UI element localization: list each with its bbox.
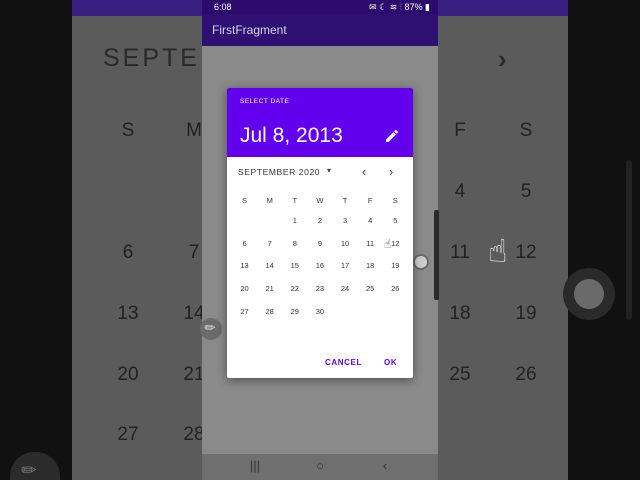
calendar-grid: SMTWTFS 1 2 3 4 5 6 7 8 9 10 11 12 13 14 15 16 17 18 19 20 2…: [232, 191, 408, 322]
calendar-day[interactable]: 6: [232, 239, 257, 248]
weekday-label: M: [266, 195, 273, 205]
next-month-button[interactable]: ›: [384, 164, 398, 180]
date-picker-dialog: SELECT DATE Jul 8, 2013 SEPTEMBER 2020 ▾…: [227, 88, 413, 378]
background-calendar-cell: 11: [450, 242, 470, 263]
background-calendar-cell: 4: [454, 181, 466, 202]
calendar-day[interactable]: 2: [307, 216, 332, 225]
background-calendar-cell: 5: [520, 181, 532, 202]
calendar-day[interactable]: 20: [232, 284, 257, 293]
navigation-bar: ||| ○ ‹: [202, 454, 438, 480]
calendar-day[interactable]: 19: [383, 261, 408, 270]
calendar-day[interactable]: 29: [282, 307, 307, 316]
calendar-day[interactable]: 15: [282, 261, 307, 270]
edge-pen-button[interactable]: ✎: [200, 318, 222, 340]
background-fab: [563, 268, 615, 320]
calendar-day[interactable]: 21: [257, 284, 282, 293]
background-calendar-cell: 18: [449, 303, 471, 324]
background-chevron-icon: ›: [498, 44, 507, 74]
dialog-caption: SELECT DATE: [240, 98, 290, 105]
background-calendar-cell: 27: [117, 424, 139, 445]
calendar-day[interactable]: 3: [333, 216, 358, 225]
ok-button[interactable]: OK: [384, 358, 397, 367]
calendar-week-row: 20 21 22 23 24 25 26: [232, 277, 408, 300]
edge-handle[interactable]: [413, 254, 429, 270]
calendar-day[interactable]: 9: [307, 239, 332, 248]
calendar-day[interactable]: 18: [358, 261, 383, 270]
calendar-day[interactable]: 16: [307, 261, 332, 270]
background-calendar-cell: 25: [449, 364, 471, 385]
background-calendar-cell: 6: [122, 242, 134, 263]
month-year-dropdown[interactable]: SEPTEMBER 2020: [238, 167, 320, 177]
calendar-day[interactable]: 24: [333, 284, 358, 293]
calendar-day[interactable]: 27: [232, 307, 257, 316]
calendar-day[interactable]: 7: [257, 239, 282, 248]
home-icon[interactable]: ○: [305, 458, 335, 473]
weekday-label: T: [342, 195, 348, 205]
status-bar: 6:08 ✉ ☾ ≋ ⫶ 87% ▮: [202, 0, 438, 14]
calendar-day[interactable]: 23: [307, 284, 332, 293]
background-calendar-cell: F: [454, 120, 466, 141]
month-selector-row: SEPTEMBER 2020 ▾ ‹ ›: [227, 162, 413, 182]
calendar-day[interactable]: 22: [282, 284, 307, 293]
calendar-day[interactable]: 17: [333, 261, 358, 270]
background-scrollbar: [626, 160, 632, 320]
weekday-label: W: [316, 195, 324, 205]
calendar-day[interactable]: 10: [333, 239, 358, 248]
background-calendar-cell: 19: [515, 303, 537, 324]
hand-cursor-icon: ☝: [488, 233, 508, 269]
edge-scrollbar: [434, 210, 439, 300]
calendar-day[interactable]: 14: [257, 261, 282, 270]
status-icons: ✉ ☾ ≋ ⫶ 87% ▮: [369, 2, 430, 12]
background-calendar-cell: 26: [515, 364, 537, 385]
dialog-actions: CANCEL OK: [227, 353, 413, 373]
calendar-day[interactable]: 28: [257, 307, 282, 316]
edit-pencil-icon[interactable]: [384, 128, 400, 144]
back-icon[interactable]: ‹: [370, 458, 400, 473]
calendar-week-row: 12345: [232, 209, 408, 232]
pointer-cursor-icon: ☝: [384, 237, 392, 251]
calendar-week-row: 27 28 29 30: [232, 300, 408, 323]
calendar-day[interactable]: 26: [383, 284, 408, 293]
calendar-week-row: 6 7 8 9 10 11 12: [232, 232, 408, 255]
background-calendar-cell: S: [121, 120, 135, 141]
weekday-label: S: [392, 195, 398, 205]
calendar-day[interactable]: 5: [383, 216, 408, 225]
calendar-day[interactable]: 13: [232, 261, 257, 270]
background-calendar-cell: S: [519, 120, 533, 141]
calendar-day[interactable]: 4: [358, 216, 383, 225]
calendar-day[interactable]: 1: [282, 216, 307, 225]
weekday-label: T: [292, 195, 298, 205]
app-bar: FirstFragment: [202, 14, 438, 46]
background-calendar-cell: 13: [117, 303, 139, 324]
calendar-day[interactable]: 30: [307, 307, 332, 316]
weekday-label: F: [367, 195, 373, 205]
dropdown-arrow-icon[interactable]: ▾: [327, 166, 331, 175]
cancel-button[interactable]: CANCEL: [325, 358, 362, 367]
previous-month-button[interactable]: ‹: [357, 164, 371, 180]
calendar-day[interactable]: 8: [282, 239, 307, 248]
weekday-header-row: SMTWTFS: [232, 191, 408, 209]
calendar-day[interactable]: 11: [358, 239, 383, 248]
calendar-day[interactable]: 25: [358, 284, 383, 293]
app-title: FirstFragment: [212, 23, 287, 37]
pen-icon: ✎: [200, 318, 220, 337]
background-calendar-cell: 20: [117, 364, 139, 385]
selected-date: Jul 8, 2013: [240, 124, 343, 147]
recents-icon[interactable]: |||: [240, 458, 270, 473]
dialog-header: SELECT DATE Jul 8, 2013: [227, 88, 413, 157]
status-time: 6:08: [214, 2, 232, 12]
background-calendar-cell: 12: [515, 242, 537, 263]
weekday-label: S: [242, 195, 248, 205]
calendar-week-row: 13 14 15 16 17 18 19: [232, 254, 408, 277]
